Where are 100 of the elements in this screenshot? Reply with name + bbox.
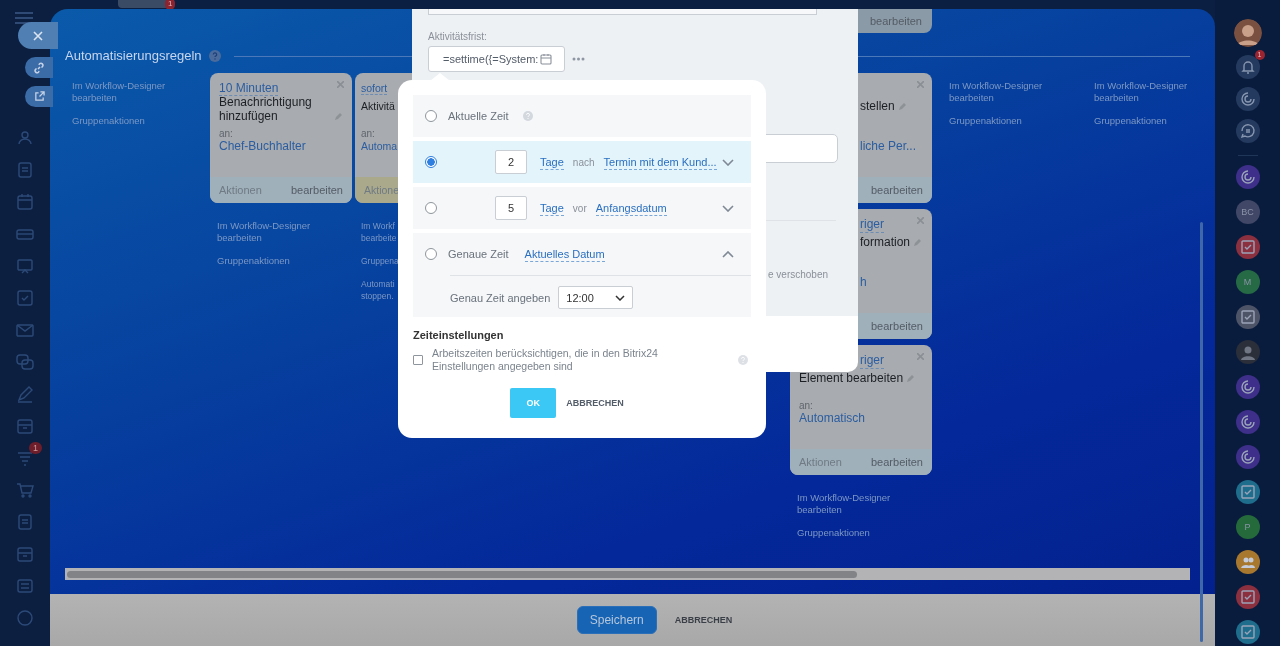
- column-link[interactable]: Im Workf bearbeite: [361, 220, 401, 244]
- time-option[interactable]: Genaue Zeit Aktuelles Datum Genau Zeit angeben 12:00: [413, 233, 751, 317]
- close-icon[interactable]: [337, 81, 344, 88]
- horizontal-scrollbar[interactable]: [65, 568, 1190, 580]
- amount-field[interactable]: 5: [495, 196, 527, 220]
- edit-link[interactable]: bearbeiten: [871, 184, 923, 196]
- copy-link-button[interactable]: [25, 57, 53, 78]
- recipient-link[interactable]: liche Per...: [860, 138, 917, 154]
- help-icon[interactable]: [522, 111, 533, 121]
- reference-dropdown[interactable]: Aktuelles Datum: [524, 246, 605, 262]
- list-icon[interactable]: [15, 576, 35, 596]
- edit-link[interactable]: bearbeiten: [291, 184, 343, 196]
- delay-link[interactable]: riger: [860, 216, 884, 233]
- time-option[interactable]: Aktuelle Zeit: [413, 95, 751, 137]
- calendar-icon[interactable]: [540, 53, 553, 65]
- close-icon[interactable]: [917, 81, 924, 88]
- box-icon[interactable]: [15, 416, 35, 436]
- chat-button[interactable]: [1235, 119, 1260, 143]
- time-option[interactable]: 5 Tage vor Anfangsdatum: [413, 187, 751, 229]
- cancel-button[interactable]: ABBRECHEN: [566, 394, 624, 412]
- task-app-button[interactable]: [1235, 585, 1260, 609]
- circle-icon[interactable]: [15, 608, 35, 628]
- delay-link[interactable]: sofort: [361, 82, 388, 95]
- column-link[interactable]: Im Workflow-Designer bearbeiten: [797, 492, 922, 516]
- chevron-up-icon[interactable]: [722, 250, 734, 258]
- reference-dropdown[interactable]: Anfangsdatum: [595, 200, 667, 216]
- people-app-button[interactable]: [1235, 550, 1260, 574]
- edit-link[interactable]: bearbeiten: [871, 320, 923, 332]
- document-icon[interactable]: [15, 512, 35, 532]
- recipient-link[interactable]: Chef-Buchhalter: [219, 139, 306, 153]
- recipient-link[interactable]: Automatisch: [799, 411, 866, 425]
- pencil-icon[interactable]: [898, 102, 907, 110]
- column-link[interactable]: Im Workflow-Designer bearbeiten: [1094, 80, 1219, 104]
- task-app-button[interactable]: [1235, 235, 1260, 259]
- text-area[interactable]: [428, 9, 817, 15]
- edit-link[interactable]: bearbeiten: [870, 15, 922, 27]
- column-link[interactable]: Im Workflow-Designer bearbeiten: [217, 220, 342, 244]
- calendar-icon[interactable]: [15, 192, 35, 212]
- reference-dropdown[interactable]: Termin mit dem Kund...: [603, 154, 717, 170]
- recipient-link[interactable]: h: [860, 274, 867, 290]
- more-icon[interactable]: [572, 57, 585, 61]
- spiral-button[interactable]: [1235, 87, 1260, 111]
- column-link[interactable]: Gruppenaktionen: [949, 115, 1074, 127]
- pencil-icon[interactable]: [335, 112, 343, 120]
- unit-dropdown[interactable]: Tage: [540, 154, 564, 170]
- column-link[interactable]: Gruppenaktionen: [797, 527, 922, 539]
- column-link[interactable]: Im Workflow-Designer bearbeiten: [72, 80, 197, 104]
- radio-button[interactable]: [425, 110, 437, 122]
- radio-button[interactable]: [425, 248, 437, 260]
- column-link[interactable]: Im Workflow-Designer bearbeiten: [949, 80, 1074, 104]
- delay-link[interactable]: 10 Minuten: [219, 81, 279, 96]
- radio-button[interactable]: [425, 156, 437, 168]
- cancel-button[interactable]: ABBRECHEN: [674, 611, 733, 629]
- spiral-app-button[interactable]: [1235, 445, 1260, 469]
- document-icon[interactable]: [15, 160, 35, 180]
- amount-field[interactable]: 2: [495, 150, 527, 174]
- save-button[interactable]: Speichern: [576, 606, 657, 634]
- monitor-icon[interactable]: [15, 256, 35, 276]
- cart-icon[interactable]: [15, 480, 35, 500]
- recipient-link[interactable]: Automa: [361, 140, 398, 152]
- help-icon[interactable]: [738, 355, 748, 365]
- pencil-icon[interactable]: [914, 238, 923, 246]
- menu-icon[interactable]: [15, 12, 33, 24]
- column-link[interactable]: Gruppenaktionen: [217, 255, 342, 267]
- initials-avatar[interactable]: P: [1235, 515, 1260, 539]
- time-option[interactable]: 2 Tage nach Termin mit dem Kund...: [413, 141, 751, 183]
- task-app-button[interactable]: [1235, 480, 1260, 504]
- open-new-window-button[interactable]: [25, 86, 53, 107]
- column-link[interactable]: Gruppena: [361, 255, 401, 267]
- unit-dropdown[interactable]: Tage: [540, 200, 564, 216]
- close-icon[interactable]: [917, 217, 924, 224]
- spiral-app-button[interactable]: [1235, 410, 1260, 434]
- check-icon[interactable]: [15, 288, 35, 308]
- chat-icon[interactable]: [15, 352, 35, 372]
- close-icon[interactable]: [917, 353, 924, 360]
- box-icon[interactable]: [15, 544, 35, 564]
- user-avatar[interactable]: [1235, 340, 1260, 364]
- initials-avatar[interactable]: BC: [1235, 200, 1260, 224]
- column-link[interactable]: Automati stoppen.: [361, 278, 401, 302]
- spiral-app-button[interactable]: [1235, 375, 1260, 399]
- column-link[interactable]: Gruppenaktionen: [72, 115, 197, 127]
- task-app-button[interactable]: [1235, 305, 1260, 329]
- checkbox[interactable]: [413, 355, 423, 365]
- close-button[interactable]: [18, 22, 58, 49]
- edit-link[interactable]: bearbeiten: [871, 456, 923, 468]
- pen-icon[interactable]: [15, 384, 35, 404]
- initials-avatar[interactable]: M: [1235, 270, 1260, 294]
- notifications-button[interactable]: [1235, 55, 1260, 79]
- user-avatar[interactable]: [1233, 19, 1262, 47]
- help-icon[interactable]: [208, 50, 221, 62]
- spiral-app-button[interactable]: [1235, 165, 1260, 189]
- radio-button[interactable]: [425, 202, 437, 214]
- column-link[interactable]: Gruppenaktionen: [1094, 115, 1219, 127]
- ok-button[interactable]: OK: [510, 388, 557, 418]
- delay-link[interactable]: riger: [860, 352, 884, 369]
- pencil-icon[interactable]: [907, 374, 916, 382]
- chevron-down-icon[interactable]: [722, 158, 734, 166]
- vertical-scrollbar[interactable]: [1200, 222, 1203, 642]
- task-app-button[interactable]: [1235, 620, 1260, 644]
- chevron-down-icon[interactable]: [722, 204, 734, 212]
